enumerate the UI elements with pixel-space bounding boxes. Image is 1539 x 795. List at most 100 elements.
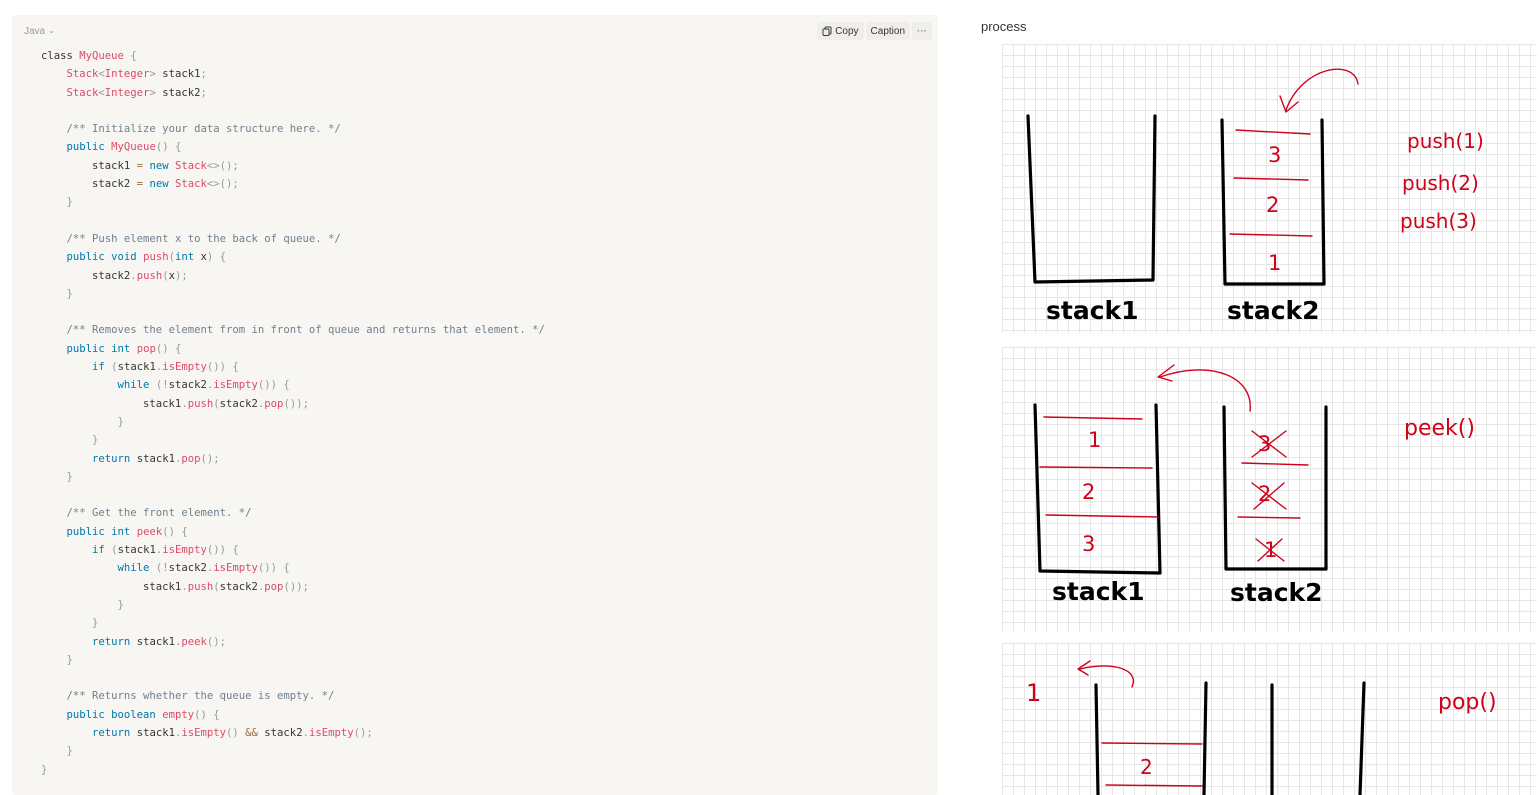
code-token: () {	[194, 708, 220, 721]
code-token: pop	[136, 342, 156, 355]
code-line: }	[41, 413, 545, 431]
code-token: stack1	[136, 635, 175, 648]
code-token: pop	[264, 580, 284, 593]
code-line: /** Push element x to the back of queue.…	[41, 230, 545, 248]
code-token: ;	[200, 86, 207, 99]
code-token: push	[187, 397, 214, 410]
code-content[interactable]: class MyQueue { Stack<Integer> stack1; S…	[41, 47, 545, 779]
code-toolbar: Copy Caption ···	[817, 22, 932, 40]
code-token: ()) {	[206, 361, 239, 374]
code-token: }	[66, 196, 73, 209]
code-token: () {	[162, 525, 188, 538]
code-block[interactable]: Java ⌄ Copy Caption ··· class MyQueue { …	[12, 15, 938, 795]
op-label: pop()	[1438, 690, 1497, 715]
code-token: new	[149, 159, 175, 172]
code-line: if (stack1.isEmpty()) {	[41, 541, 545, 559]
code-token: >	[149, 68, 163, 81]
code-line: /** Removes the element from in front of…	[41, 321, 545, 339]
code-token: return	[92, 452, 137, 465]
code-token: /** Get the front element. */	[66, 507, 252, 520]
code-token: () {	[155, 342, 182, 355]
code-token: ()) {	[257, 562, 290, 575]
code-line: /** Returns whether the queue is empty. …	[41, 687, 545, 705]
code-token: if	[92, 361, 112, 374]
code-token: if	[92, 544, 112, 557]
code-token: }	[117, 598, 124, 611]
code-token: }	[66, 287, 73, 300]
code-token: ();	[206, 635, 227, 648]
sketch-push: stack1 stack2 3 2 1 push(1) push(2) push…	[1002, 44, 1537, 333]
code-token: stack1	[117, 544, 156, 557]
code-token: {	[123, 50, 137, 62]
code-token: stack2	[219, 397, 258, 410]
code-line: public int pop() {	[41, 340, 545, 358]
code-token: stack1	[162, 68, 201, 81]
code-token: isEmpty	[308, 726, 354, 739]
code-token: isEmpty	[162, 544, 207, 557]
code-token: Stack	[66, 68, 99, 81]
code-token: public int	[66, 525, 137, 538]
code-token: ;	[200, 68, 207, 81]
more-icon: ···	[917, 25, 927, 37]
code-token: stack2	[168, 562, 207, 575]
stack1-label: stack1	[1052, 577, 1145, 606]
code-token: stack1	[41, 580, 182, 593]
code-line: }	[41, 614, 545, 632]
code-token: }	[66, 470, 73, 483]
code-token: Stack	[66, 86, 99, 99]
code-token: ()) {	[206, 544, 239, 557]
code-token: ()) {	[257, 379, 290, 392]
language-selector[interactable]: Java ⌄	[24, 26, 55, 37]
code-token: Stack	[174, 159, 207, 172]
code-line: /** Initialize your data structure here.…	[41, 120, 545, 138]
code-token: }	[66, 745, 73, 758]
code-line: while (!stack2.isEmpty()) {	[41, 559, 545, 577]
op-label: push(2)	[1402, 171, 1479, 195]
code-token: class	[41, 50, 80, 62]
code-token: pop	[264, 397, 284, 410]
transfer-arrow	[1159, 369, 1251, 412]
code-line: stack1 = new Stack<>();	[41, 157, 545, 175]
code-token: ());	[283, 580, 309, 593]
code-line: }	[41, 761, 545, 779]
code-token: /** Initialize your data structure here.…	[66, 123, 341, 136]
sketch-peek: stack1 1 2 3 stack2 3 2 1 peek()	[1002, 347, 1537, 632]
code-token: (!	[155, 379, 169, 392]
code-token: stack2	[168, 379, 207, 392]
code-token: isEmpty	[181, 726, 227, 739]
code-token: ();	[200, 452, 220, 465]
code-token: int	[174, 251, 201, 264]
copy-button[interactable]: Copy	[817, 22, 864, 40]
code-token: public	[66, 141, 112, 154]
caption-button[interactable]: Caption	[865, 22, 910, 40]
stack1-outline	[1094, 683, 1100, 795]
stack2-item: 2	[1266, 193, 1279, 217]
code-token: >	[149, 86, 163, 99]
stack1-label: stack1	[1046, 296, 1139, 325]
code-token: stack2	[41, 269, 131, 282]
code-line: public int peek() {	[41, 523, 545, 541]
more-options-button[interactable]: ···	[912, 22, 932, 40]
popped-item: 1	[1026, 679, 1041, 707]
code-line: }	[41, 193, 545, 211]
code-token: Stack	[174, 178, 207, 191]
code-line: stack1.push(stack2.pop());	[41, 578, 545, 596]
code-line: /** Get the front element. */	[41, 504, 545, 522]
code-line: }	[41, 468, 545, 486]
code-token: }	[41, 763, 48, 776]
code-token: isEmpty	[213, 562, 258, 575]
code-token: while	[117, 379, 156, 392]
code-token: empty	[162, 708, 195, 721]
code-line: class MyQueue {	[41, 47, 545, 65]
code-line: Stack<Integer> stack1;	[41, 65, 545, 83]
